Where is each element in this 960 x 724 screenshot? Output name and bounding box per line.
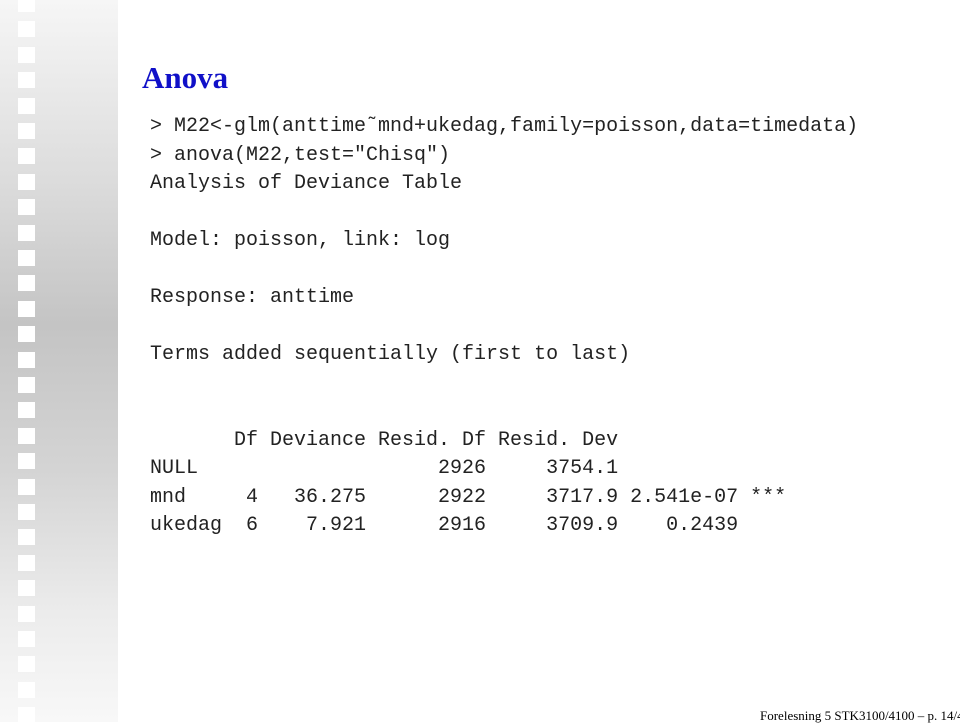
decorative-square [18, 148, 35, 165]
decorative-square [18, 0, 35, 12]
code-line: Analysis of Deviance Table [150, 172, 463, 195]
decorative-square [18, 681, 35, 698]
decorative-square [18, 504, 35, 520]
decorative-square [18, 529, 35, 546]
code-line: ​ [150, 199, 858, 228]
decorative-square [18, 656, 35, 673]
code-line: ​ [150, 313, 858, 342]
decorative-square [18, 123, 35, 139]
decorative-square [18, 199, 35, 216]
code-line: Df Deviance Resid. Df Resid. Dev [150, 428, 619, 452]
code-line: Terms added sequentially (first to last) [150, 343, 631, 366]
r-console-output: > M22<-glm(anttime˜mnd+ukedag,family=poi… [150, 113, 858, 541]
decorative-square [18, 377, 35, 393]
decorative-square [18, 631, 35, 647]
decorative-square [18, 21, 35, 38]
decorative-square [18, 402, 35, 419]
code-line: Response: anttime [150, 286, 355, 309]
code-line: ukedag 6 7.921 2916 3709.9 0.2439 [150, 514, 739, 537]
decorative-square [18, 250, 35, 266]
slide-title: Anova [142, 60, 229, 95]
decorative-square [18, 326, 35, 343]
decorative-square [18, 46, 35, 63]
decorative-square [18, 72, 35, 89]
decorative-square [18, 97, 35, 114]
code-line: Model: poisson, link: log [150, 229, 451, 252]
decorative-square [18, 351, 35, 368]
decorative-square [18, 453, 35, 470]
code-line: > M22<-glm(anttime˜mnd+ukedag,family=poi… [150, 115, 859, 138]
decorative-square [18, 605, 35, 622]
decorative-square [18, 580, 35, 597]
code-line: > anova(M22,test="Chisq") [150, 143, 451, 167]
decorative-square [18, 300, 35, 317]
decorative-square [18, 707, 35, 724]
code-line: ​ [150, 256, 858, 285]
decorative-sidebar [0, 0, 118, 724]
decorative-square [18, 554, 35, 571]
code-line: ​ [150, 370, 858, 399]
decorative-square [18, 173, 35, 190]
code-line: mnd 4 36.275 2922 3717.9 2.541e-07 *** [150, 485, 787, 509]
code-line: NULL 2926 3754.1 [150, 457, 619, 480]
code-line: ​ [150, 398, 858, 427]
decorative-square [18, 224, 35, 241]
decorative-square [18, 275, 35, 292]
decorative-square [18, 427, 35, 444]
decorative-square [18, 478, 35, 495]
